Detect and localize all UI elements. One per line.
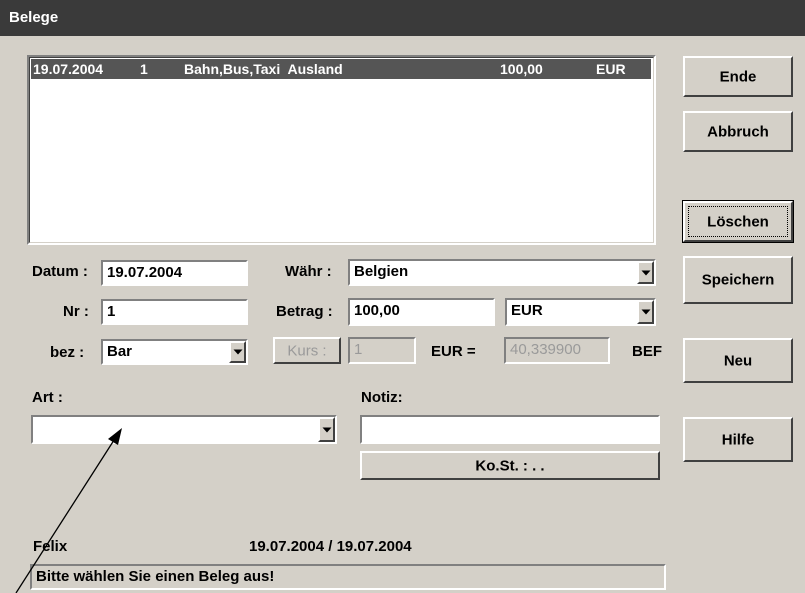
- nr-input[interactable]: 1: [101, 299, 248, 325]
- kostenstelle-label: Ko.St. : . .: [475, 457, 545, 474]
- bez-label: bez :: [50, 344, 85, 361]
- nr-value: 1: [107, 303, 116, 320]
- kostenstelle-button[interactable]: Ko.St. : . .: [360, 451, 660, 480]
- list-row-selected[interactable]: 19.07.2004 1 Bahn,Bus,Taxi Ausland 100,0…: [31, 59, 651, 79]
- speichern-button[interactable]: Speichern: [683, 256, 793, 304]
- currency-value: EUR: [511, 302, 543, 319]
- row-currency: EUR: [596, 61, 626, 77]
- ende-button[interactable]: Ende: [683, 56, 793, 97]
- chevron-down-icon[interactable]: [637, 300, 654, 324]
- nr-label: Nr :: [63, 303, 89, 320]
- status-message: Bitte wählen Sie einen Beleg aus!: [36, 568, 275, 585]
- waehr-label: Währ :: [285, 263, 332, 280]
- row-type: Bahn,Bus,Taxi Ausland: [184, 61, 343, 77]
- date-range: 19.07.2004 / 19.07.2004: [249, 538, 412, 555]
- notiz-input[interactable]: [360, 415, 660, 444]
- waehrung-dropdown[interactable]: Belgien: [348, 259, 656, 286]
- chevron-down-icon[interactable]: [637, 261, 654, 284]
- betrag-value: 100,00: [354, 302, 400, 319]
- bez-value: Bar: [107, 343, 133, 360]
- hilfe-button[interactable]: Hilfe: [683, 417, 793, 462]
- status-bar: Bitte wählen Sie einen Beleg aus!: [30, 564, 666, 590]
- user-name: Felix: [33, 538, 68, 555]
- datum-label: Datum :: [32, 263, 88, 280]
- speichern-label: Speichern: [701, 271, 775, 289]
- kurs-input[interactable]: 1: [348, 337, 416, 364]
- row-nr: 1: [140, 61, 148, 77]
- bez-dropdown[interactable]: Bar: [101, 339, 248, 365]
- belege-window: Belege 19.07.2004 1 Bahn,Bus,Taxi Auslan…: [0, 0, 805, 593]
- loeschen-label: Löschen: [707, 213, 769, 230]
- hilfe-label: Hilfe: [721, 431, 755, 448]
- neu-button[interactable]: Neu: [683, 338, 793, 383]
- art-dropdown[interactable]: [31, 415, 337, 444]
- row-amount: 100,00: [500, 61, 543, 77]
- kurs-value: 1: [354, 341, 363, 358]
- kurs-button[interactable]: Kurs :: [273, 337, 341, 364]
- target-currency-label: BEF: [632, 343, 662, 360]
- row-date: 19.07.2004: [33, 61, 104, 77]
- betrag-label: Betrag :: [276, 303, 333, 320]
- ende-label: Ende: [719, 68, 757, 85]
- abbruch-label: Abbruch: [707, 123, 769, 140]
- datum-input[interactable]: 19.07.2004: [101, 260, 248, 286]
- chevron-down-icon[interactable]: [318, 417, 335, 442]
- betrag-input[interactable]: 100,00: [348, 298, 495, 326]
- kurs-label: Kurs :: [287, 342, 327, 359]
- title-bar[interactable]: Belege: [0, 0, 805, 36]
- datum-value: 19.07.2004: [107, 264, 183, 281]
- loeschen-button[interactable]: Löschen: [682, 200, 794, 243]
- currency-dropdown[interactable]: EUR: [505, 298, 656, 326]
- art-label: Art :: [32, 389, 63, 406]
- notiz-label: Notiz:: [361, 389, 403, 406]
- abbruch-button[interactable]: Abbruch: [683, 111, 793, 152]
- eur-equals-label: EUR =: [431, 343, 476, 360]
- neu-label: Neu: [723, 352, 753, 369]
- belege-listbox[interactable]: 19.07.2004 1 Bahn,Bus,Taxi Ausland 100,0…: [27, 55, 656, 245]
- rate-input[interactable]: 40,339900: [504, 337, 610, 364]
- rate-value: 40,339900: [510, 341, 581, 358]
- window-title: Belege: [9, 9, 59, 26]
- chevron-down-icon[interactable]: [229, 341, 246, 363]
- waehrung-value: Belgien: [354, 263, 409, 280]
